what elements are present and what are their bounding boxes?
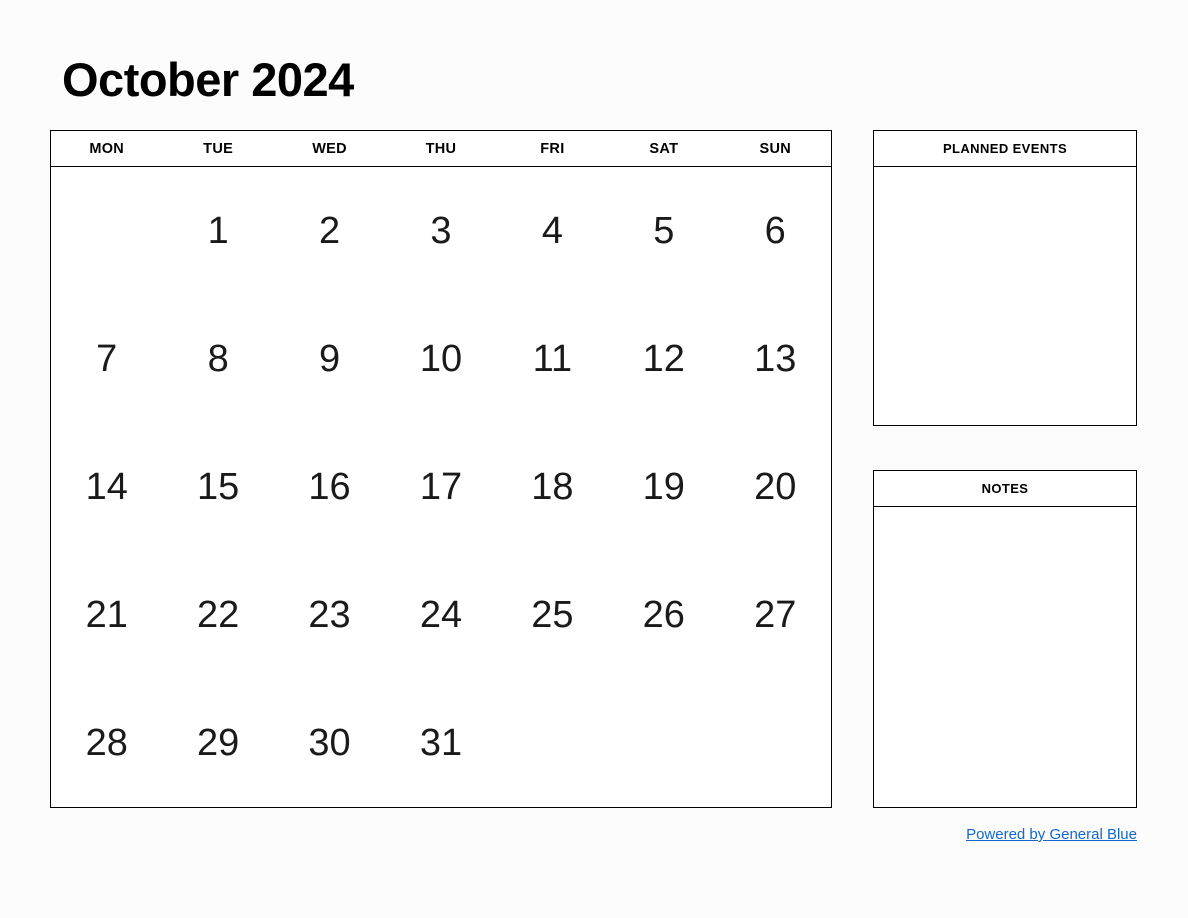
planned-events-header: PLANNED EVENTS (874, 131, 1136, 167)
day-cell[interactable]: 20 (720, 423, 831, 551)
day-cell[interactable]: 9 (274, 295, 385, 423)
notes-body[interactable] (874, 507, 1136, 807)
notes-header: NOTES (874, 471, 1136, 507)
day-cell[interactable]: 10 (385, 295, 496, 423)
day-cell[interactable]: 7 (51, 295, 162, 423)
day-cell[interactable]: 5 (608, 167, 719, 295)
week-row: 28 29 30 31 (51, 679, 831, 807)
day-cell[interactable]: 1 (162, 167, 273, 295)
day-cell[interactable]: 31 (385, 679, 496, 807)
day-cell[interactable]: 22 (162, 551, 273, 679)
day-cell[interactable]: 15 (162, 423, 273, 551)
weekday-header-fri: FRI (540, 140, 565, 157)
day-cell[interactable]: 13 (720, 295, 831, 423)
weekday-header-tue: TUE (203, 140, 234, 157)
day-cell[interactable]: 28 (51, 679, 162, 807)
day-cell[interactable] (720, 679, 831, 807)
day-cell[interactable]: 27 (720, 551, 831, 679)
day-cell[interactable]: 25 (497, 551, 608, 679)
day-cell[interactable]: 14 (51, 423, 162, 551)
day-cell[interactable]: 3 (385, 167, 496, 295)
day-cell[interactable]: 8 (162, 295, 273, 423)
day-cell[interactable]: 19 (608, 423, 719, 551)
calendar-weeks: 1 2 3 4 5 6 7 8 9 10 11 12 13 14 15 16 1… (51, 167, 831, 807)
weekday-header-wed: WED (312, 140, 347, 157)
page-title: October 2024 (62, 53, 354, 106)
day-cell[interactable]: 16 (274, 423, 385, 551)
week-row: 21 22 23 24 25 26 27 (51, 551, 831, 679)
day-cell[interactable]: 2 (274, 167, 385, 295)
weekday-header-sun: SUN (759, 140, 791, 157)
powered-by-link[interactable]: Powered by General Blue (873, 826, 1137, 843)
day-cell[interactable]: 4 (497, 167, 608, 295)
day-cell[interactable]: 26 (608, 551, 719, 679)
day-cell[interactable]: 17 (385, 423, 496, 551)
notes-panel: NOTES (873, 470, 1137, 808)
day-cell[interactable]: 30 (274, 679, 385, 807)
day-cell[interactable]: 6 (720, 167, 831, 295)
week-row: 7 8 9 10 11 12 13 (51, 295, 831, 423)
calendar-grid: MON TUE WED THU FRI SAT SUN 1 2 3 4 5 6 … (50, 130, 832, 808)
day-cell[interactable]: 24 (385, 551, 496, 679)
day-cell[interactable]: 18 (497, 423, 608, 551)
day-cell[interactable]: 21 (51, 551, 162, 679)
weekday-header-row: MON TUE WED THU FRI SAT SUN (51, 131, 831, 167)
week-row: 1 2 3 4 5 6 (51, 167, 831, 295)
day-cell[interactable] (51, 167, 162, 295)
weekday-header-thu: THU (425, 140, 457, 157)
weekday-header-mon: MON (89, 140, 125, 157)
day-cell[interactable] (497, 679, 608, 807)
day-cell[interactable] (608, 679, 719, 807)
day-cell[interactable]: 29 (162, 679, 273, 807)
day-cell[interactable]: 12 (608, 295, 719, 423)
day-cell[interactable]: 11 (497, 295, 608, 423)
day-cell[interactable]: 23 (274, 551, 385, 679)
planned-events-panel: PLANNED EVENTS (873, 130, 1137, 426)
weekday-header-sat: SAT (649, 140, 679, 157)
planned-events-body[interactable] (874, 167, 1136, 425)
week-row: 14 15 16 17 18 19 20 (51, 423, 831, 551)
